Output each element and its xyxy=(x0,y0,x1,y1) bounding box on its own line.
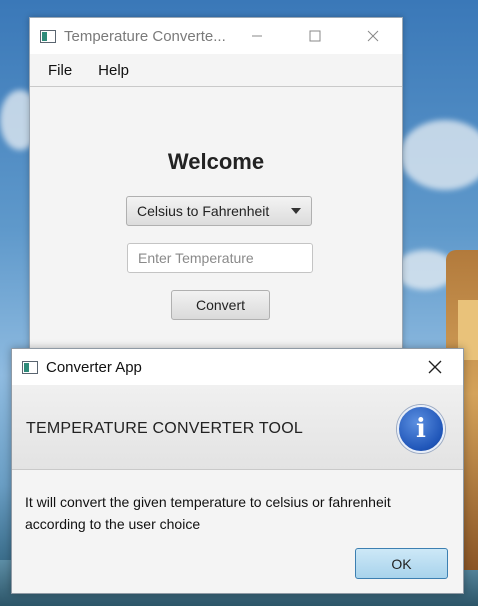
main-window: Temperature Converte... File Help Welcom… xyxy=(29,17,403,379)
convert-button[interactable]: Convert xyxy=(171,290,270,320)
maximize-button[interactable] xyxy=(286,18,344,54)
main-titlebar[interactable]: Temperature Converte... xyxy=(30,18,402,54)
cloud xyxy=(400,120,478,190)
dialog-title: Converter App xyxy=(46,358,142,376)
temperature-input[interactable] xyxy=(127,243,313,273)
menu-help[interactable]: Help xyxy=(89,62,138,79)
info-dialog: Converter App TEMPERATURE CONVERTER TOOL… xyxy=(11,348,464,594)
minimize-button[interactable] xyxy=(228,18,286,54)
ok-button[interactable]: OK xyxy=(355,548,448,579)
app-window-icon xyxy=(40,29,56,43)
maximize-icon xyxy=(309,30,321,42)
window-controls xyxy=(228,18,402,54)
chevron-down-icon xyxy=(291,208,301,214)
window-title: Temperature Converte... xyxy=(64,27,226,45)
close-button[interactable] xyxy=(344,18,402,54)
minimize-icon xyxy=(252,35,262,37)
close-icon xyxy=(367,30,379,42)
dialog-header-text: TEMPERATURE CONVERTER TOOL xyxy=(26,420,303,437)
menu-file[interactable]: File xyxy=(39,62,81,79)
dialog-close-button[interactable] xyxy=(415,349,455,385)
dialog-message: It will convert the given temperature to… xyxy=(25,494,391,532)
conversion-type-select[interactable]: Celsius to Fahrenheit xyxy=(126,196,312,226)
conversion-type-value: Celsius to Fahrenheit xyxy=(137,203,270,219)
app-window-icon xyxy=(22,360,38,374)
menubar: File Help xyxy=(30,54,402,87)
info-icon: i xyxy=(397,405,445,453)
dialog-titlebar[interactable]: Converter App xyxy=(12,349,463,385)
close-icon xyxy=(428,360,442,374)
main-content: Welcome Celsius to Fahrenheit Convert xyxy=(30,87,402,377)
welcome-heading: Welcome xyxy=(167,149,265,174)
dialog-header: TEMPERATURE CONVERTER TOOL i xyxy=(12,385,463,470)
